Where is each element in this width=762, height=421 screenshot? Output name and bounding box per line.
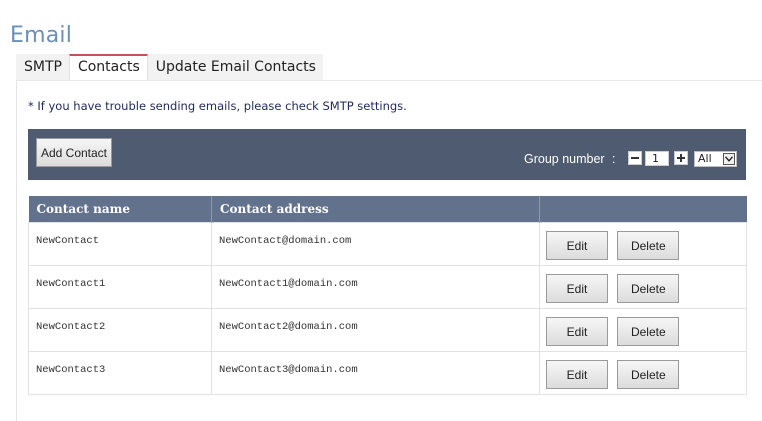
- column-header-contact-address: Contact address: [211, 196, 540, 223]
- table-header-row: Contact name Contact address: [28, 196, 747, 223]
- page-title: Email: [10, 22, 73, 48]
- tab-smtp[interactable]: SMTP: [16, 54, 69, 80]
- contact-name-cell: NewContact1: [28, 265, 212, 309]
- contact-name-cell: NewContact3: [28, 351, 212, 395]
- edit-button[interactable]: Edit: [546, 274, 608, 303]
- group-number-input[interactable]: 1: [645, 151, 669, 166]
- column-header-actions: [539, 196, 747, 223]
- plus-icon[interactable]: [674, 151, 688, 165]
- group-number-label: Group number: [524, 152, 605, 166]
- chevron-down-icon: [723, 153, 735, 165]
- table-row: NewContact2 NewContact2@domain.com Edit …: [28, 308, 747, 352]
- contact-address-cell: NewContact1@domain.com: [211, 265, 540, 309]
- group-filter-value: All: [698, 152, 712, 165]
- contact-address-cell: NewContact2@domain.com: [211, 308, 540, 352]
- tab-contacts[interactable]: Contacts: [68, 54, 148, 80]
- contacts-toolbar: Add Contact Group number : 1 All: [28, 129, 746, 180]
- contacts-table: Contact name Contact address NewContact …: [28, 196, 747, 395]
- table-row: NewContact NewContact@domain.com Edit De…: [28, 222, 747, 266]
- tab-update-email-contacts[interactable]: Update Email Contacts: [147, 54, 323, 80]
- table-row: NewContact1 NewContact1@domain.com Edit …: [28, 265, 747, 309]
- delete-button[interactable]: Delete: [617, 274, 680, 303]
- edit-button[interactable]: Edit: [546, 360, 608, 389]
- row-actions: Edit Delete: [539, 265, 747, 309]
- table-row: NewContact3 NewContact3@domain.com Edit …: [28, 351, 747, 395]
- edit-button[interactable]: Edit: [546, 317, 608, 346]
- row-actions: Edit Delete: [539, 308, 747, 352]
- minus-icon[interactable]: [628, 151, 642, 165]
- row-actions: Edit Delete: [539, 351, 747, 395]
- contact-name-cell: NewContact2: [28, 308, 212, 352]
- column-header-contact-name: Contact name: [28, 196, 212, 223]
- group-filter-select[interactable]: All: [694, 151, 737, 167]
- contact-address-cell: NewContact@domain.com: [211, 222, 540, 266]
- row-actions: Edit Delete: [539, 222, 747, 266]
- smtp-notice: * If you have trouble sending emails, pl…: [28, 99, 407, 113]
- delete-button[interactable]: Delete: [617, 231, 680, 260]
- add-contact-button[interactable]: Add Contact: [36, 138, 112, 167]
- group-number-separator: :: [612, 152, 616, 166]
- tab-bar: SMTP Contacts Update Email Contacts: [16, 54, 323, 80]
- delete-button[interactable]: Delete: [617, 360, 680, 389]
- contact-name-cell: NewContact: [28, 222, 212, 266]
- delete-button[interactable]: Delete: [617, 317, 680, 346]
- edit-button[interactable]: Edit: [546, 231, 608, 260]
- contact-address-cell: NewContact3@domain.com: [211, 351, 540, 395]
